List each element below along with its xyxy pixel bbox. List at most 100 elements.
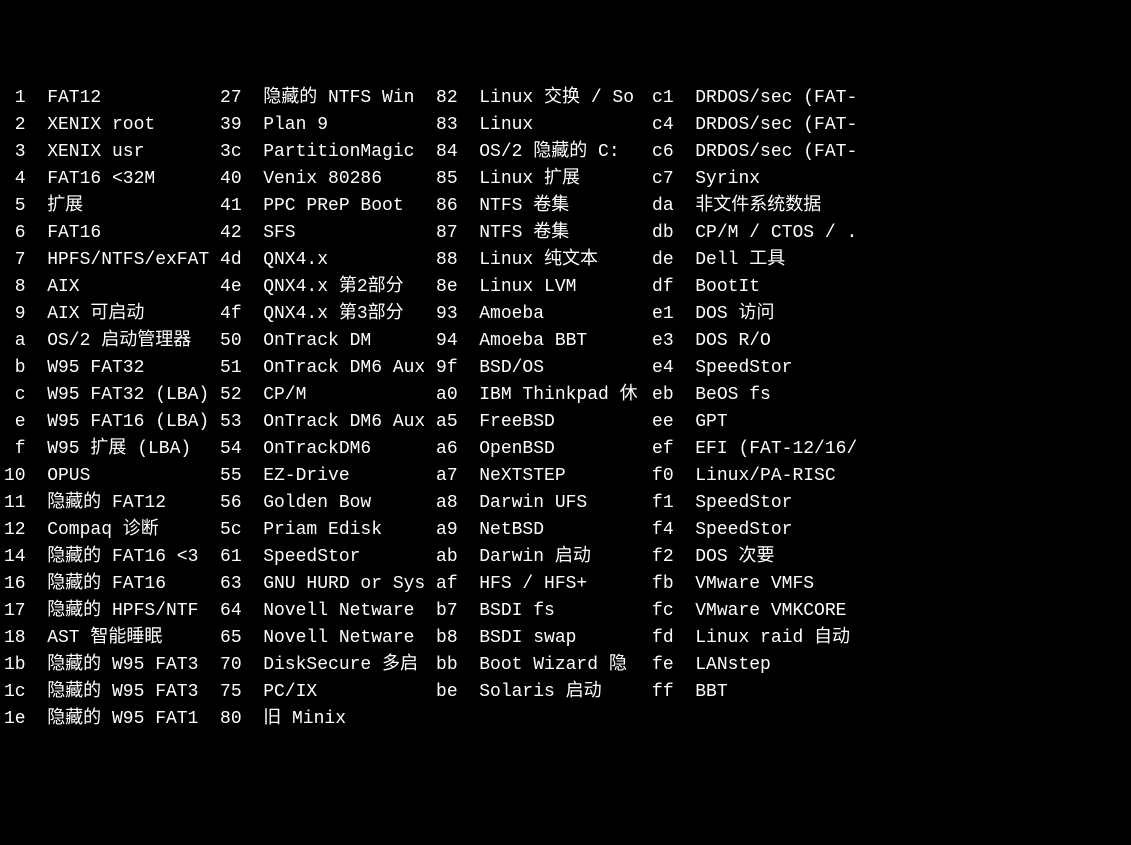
partition-name: 非文件系统数据 (695, 193, 868, 220)
partition-code: ee (652, 409, 674, 436)
partition-code: da (652, 193, 674, 220)
partition-entry: 56 Golden Bow (220, 493, 436, 513)
spacer (26, 652, 48, 679)
spacer (26, 571, 48, 598)
partition-code: de (652, 247, 674, 274)
partition-entry: c4 DRDOS/sec (FAT- (652, 115, 868, 135)
partition-name: BootIt (695, 274, 868, 301)
partition-entry: 4e QNX4.x 第2部分 (220, 277, 436, 297)
partition-entry: 63 GNU HURD or Sys (220, 574, 436, 594)
partition-name: 隐藏的 FAT16 (47, 571, 220, 598)
partition-entry: 4f QNX4.x 第3部分 (220, 304, 436, 324)
partition-code: f1 (652, 490, 674, 517)
partition-entry: 51 OnTrack DM6 Aux (220, 358, 436, 378)
partition-code: a9 (436, 517, 458, 544)
spacer (458, 436, 480, 463)
spacer (674, 517, 696, 544)
partition-code: 53 (220, 409, 242, 436)
partition-entry: 85 Linux 扩展 (436, 169, 652, 189)
spacer (242, 328, 264, 355)
partition-entry: ab Darwin 启动 (436, 547, 652, 567)
partition-code: 4f (220, 301, 242, 328)
partition-name: FreeBSD (479, 409, 652, 436)
spacer (458, 112, 480, 139)
partition-entry: 70 DiskSecure 多启 (220, 655, 436, 675)
partition-row: 6 FAT16 42 SFS 87 NTFS 卷集 db CP/M / CTOS… (4, 220, 1127, 247)
partition-entry: db CP/M / CTOS / . (652, 223, 868, 243)
partition-code: 94 (436, 328, 458, 355)
partition-name: Priam Edisk (263, 517, 436, 544)
partition-code: fd (652, 625, 674, 652)
partition-entry: c7 Syrinx (652, 169, 868, 189)
spacer (26, 112, 48, 139)
partition-name: Plan 9 (263, 112, 436, 139)
partition-entry: eb BeOS fs (652, 385, 868, 405)
spacer (458, 301, 480, 328)
spacer (242, 544, 264, 571)
partition-code: 3c (220, 139, 242, 166)
partition-name: W95 FAT32 (47, 355, 220, 382)
partition-name: 扩展 (47, 193, 220, 220)
partition-name: VMware VMKCORE (695, 598, 868, 625)
partition-entry: af HFS / HFS+ (436, 574, 652, 594)
partition-name: Linux 交换 / So (479, 85, 652, 112)
spacer (674, 436, 696, 463)
partition-entry: fb VMware VMFS (652, 574, 868, 594)
partition-entry: df BootIt (652, 277, 868, 297)
partition-entry: 8e Linux LVM (436, 277, 652, 297)
partition-row: 5 扩展 41 PPC PReP Boot 86 NTFS 卷集 da 非文件系… (4, 193, 1127, 220)
spacer (26, 85, 48, 112)
partition-code: a8 (436, 490, 458, 517)
partition-row: 10 OPUS 55 EZ-Drive a7 NeXTSTEP f0 Linux… (4, 463, 1127, 490)
spacer (26, 544, 48, 571)
partition-row: 4 FAT16 <32M 40 Venix 80286 85 Linux 扩展 … (4, 166, 1127, 193)
partition-row: 14 隐藏的 FAT16 <3 61 SpeedStor ab Darwin 启… (4, 544, 1127, 571)
partition-code: c7 (652, 166, 674, 193)
partition-code: 8e (436, 274, 458, 301)
partition-code: 5c (220, 517, 242, 544)
partition-entry: 82 Linux 交换 / So (436, 88, 652, 108)
partition-entry: f W95 扩展 (LBA) (4, 439, 220, 459)
spacer (458, 544, 480, 571)
partition-code: 10 (4, 463, 26, 490)
partition-row: 1b 隐藏的 W95 FAT3 70 DiskSecure 多启 bb Boot… (4, 652, 1127, 679)
spacer (242, 355, 264, 382)
partition-entry: fe LANstep (652, 655, 868, 675)
partition-entry: 55 EZ-Drive (220, 466, 436, 486)
spacer (26, 490, 48, 517)
spacer (674, 490, 696, 517)
partition-row: 12 Compaq 诊断 5c Priam Edisk a9 NetBSD f4… (4, 517, 1127, 544)
partition-code: fe (652, 652, 674, 679)
partition-entry: 14 隐藏的 FAT16 <3 (4, 547, 220, 567)
partition-code: 9 (4, 301, 26, 328)
partition-entry: f0 Linux/PA-RISC (652, 466, 868, 486)
spacer (674, 355, 696, 382)
partition-name: IBM Thinkpad 休 (479, 382, 652, 409)
spacer (26, 247, 48, 274)
partition-entry: 75 PC/IX (220, 682, 436, 702)
partition-code: 27 (220, 85, 242, 112)
spacer (458, 517, 480, 544)
partition-code: 40 (220, 166, 242, 193)
partition-name: DRDOS/sec (FAT- (695, 112, 868, 139)
partition-code: db (652, 220, 674, 247)
spacer (26, 382, 48, 409)
partition-name: 隐藏的 W95 FAT3 (47, 652, 220, 679)
partition-code: b (4, 355, 26, 382)
partition-name: Amoeba BBT (479, 328, 652, 355)
partition-entry: 3 XENIX usr (4, 142, 220, 162)
partition-name: AST 智能睡眠 (47, 625, 220, 652)
spacer (242, 409, 264, 436)
partition-name: FAT12 (47, 85, 220, 112)
partition-entry: 3c PartitionMagic (220, 142, 436, 162)
partition-entry: ef EFI (FAT-12/16/ (652, 439, 868, 459)
partition-name: BSD/OS (479, 355, 652, 382)
spacer (26, 706, 48, 733)
partition-code: eb (652, 382, 674, 409)
partition-entry: a7 NeXTSTEP (436, 466, 652, 486)
spacer (458, 490, 480, 517)
partition-name: GNU HURD or Sys (263, 571, 436, 598)
partition-code: a (4, 328, 26, 355)
partition-entry: 1b 隐藏的 W95 FAT3 (4, 655, 220, 675)
partition-code: bb (436, 652, 458, 679)
